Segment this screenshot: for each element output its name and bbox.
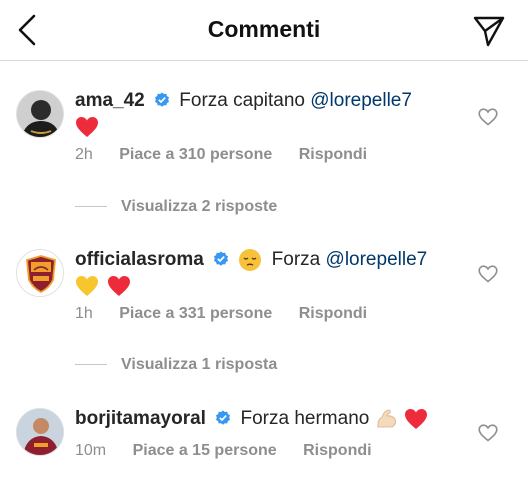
yellow-heart-emoji-icon: [76, 275, 98, 296]
reply-button[interactable]: Rispondi: [299, 305, 367, 322]
comment-time: 2h: [75, 146, 93, 163]
view-replies-link[interactable]: Visualizza 2 risposte: [75, 198, 277, 216]
reply-button[interactable]: Rispondi: [303, 442, 371, 459]
like-button[interactable]: [478, 265, 498, 283]
avatar[interactable]: [16, 408, 64, 456]
heart-outline-icon: [478, 424, 498, 442]
comment-time: 1h: [75, 305, 93, 322]
share-button[interactable]: [472, 14, 506, 48]
view-replies-link[interactable]: Visualizza 1 risposta: [75, 356, 277, 374]
reply-button[interactable]: Rispondi: [299, 146, 367, 163]
like-button[interactable]: [478, 424, 498, 442]
red-heart-emoji-icon: [107, 275, 130, 296]
verified-badge-icon: [214, 251, 229, 266]
verified-badge-icon: [216, 410, 231, 425]
verified-badge-icon: [155, 92, 170, 107]
header-bar: Commenti: [0, 0, 528, 61]
comment-item: ama_42 Forza capitano @lorepelle7 2h Pia…: [0, 86, 528, 236]
pensive-face-emoji-icon: [239, 249, 262, 271]
avatar[interactable]: [16, 249, 64, 297]
comment-item: borjitamayoral Forza hermano 10m Piace a…: [0, 404, 528, 488]
like-button[interactable]: [478, 108, 498, 126]
red-heart-emoji-icon: [404, 409, 427, 429]
page-title: Commenti: [207, 16, 321, 42]
comment-text: Forza hermano: [240, 408, 370, 430]
heart-outline-icon: [478, 265, 498, 283]
heart-outline-icon: [478, 108, 498, 126]
comment-username[interactable]: borjitamayoral: [75, 408, 206, 429]
comment-username[interactable]: officialasroma: [75, 249, 204, 270]
replies-divider: [75, 206, 107, 208]
mention-link[interactable]: @lorepelle7: [310, 90, 412, 111]
comment-username[interactable]: ama_42: [75, 90, 145, 111]
flexed-biceps-emoji-icon: [377, 409, 396, 428]
mention-link[interactable]: @lorepelle7: [326, 249, 428, 270]
comment-item: officialasroma Forza @lorepelle7 1h Piac…: [0, 245, 528, 385]
comment-text: Forza capitano: [179, 90, 305, 111]
likes-count[interactable]: Piace a 15 persone: [133, 442, 277, 459]
as-roma-logo-icon: [17, 250, 63, 296]
user-photo-icon: [17, 409, 63, 455]
avatar[interactable]: [16, 90, 64, 138]
replies-divider: [75, 364, 107, 366]
comment-time: 10m: [75, 442, 107, 459]
comment-text: Forza: [271, 249, 321, 271]
user-photo-icon: [17, 91, 63, 137]
red-heart-emoji-icon: [76, 116, 98, 137]
paper-plane-icon: [473, 16, 505, 47]
likes-count[interactable]: Piace a 331 persone: [119, 305, 272, 322]
likes-count[interactable]: Piace a 310 persone: [119, 146, 272, 163]
